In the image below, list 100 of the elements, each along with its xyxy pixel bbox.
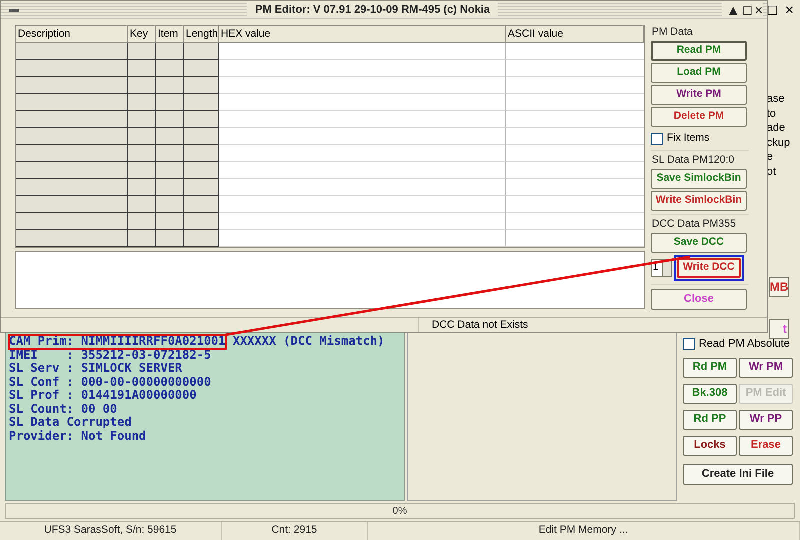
button[interactable]: Wr PM (739, 358, 793, 378)
table-cell[interactable] (128, 162, 156, 179)
maximize-button[interactable]: □ (743, 3, 752, 17)
table-cell[interactable] (219, 77, 506, 94)
button[interactable]: Write PM (651, 85, 747, 105)
table-cell[interactable] (128, 230, 156, 247)
table-cell[interactable] (219, 162, 506, 179)
column-header[interactable]: Length (184, 26, 219, 42)
table-cell[interactable] (16, 230, 128, 247)
table-cell[interactable] (156, 145, 184, 162)
create-ini-file-button[interactable]: Create Ini File (683, 464, 793, 484)
table-cell[interactable] (184, 162, 219, 179)
button[interactable]: Rd PP (683, 410, 737, 430)
table-cell[interactable] (184, 111, 219, 128)
checkbox[interactable] (651, 132, 663, 145)
table-cell[interactable] (156, 111, 184, 128)
table-cell[interactable] (156, 196, 184, 213)
table-cell[interactable] (219, 111, 506, 128)
table-cell[interactable] (16, 179, 128, 196)
table-cell[interactable] (128, 111, 156, 128)
column-header[interactable]: Key (128, 26, 156, 42)
button[interactable]: Erase (739, 436, 793, 456)
partial-button[interactable]: t (769, 319, 789, 339)
table-cell[interactable] (184, 196, 219, 213)
table-cell[interactable] (184, 179, 219, 196)
button[interactable]: Load PM (651, 63, 747, 83)
column-header[interactable]: HEX value (219, 26, 506, 42)
button[interactable]: Locks (683, 436, 737, 456)
table-cell[interactable] (184, 145, 219, 162)
close-button[interactable]: × (783, 2, 796, 18)
close-button[interactable]: × (754, 3, 763, 17)
table-cell[interactable] (16, 60, 128, 77)
log-line: CAM Prim: NIMMIIIIRRFF0A021001 (9, 335, 226, 348)
table-cell[interactable] (219, 145, 506, 162)
column-header[interactable]: Item (156, 26, 184, 42)
collapse-button[interactable]: ▲ (726, 3, 740, 17)
table-cell[interactable] (16, 213, 128, 230)
table-cell[interactable] (16, 77, 128, 94)
button[interactable]: Wr PP (739, 410, 793, 430)
table-cell[interactable] (156, 128, 184, 145)
button[interactable]: Write DCC (677, 258, 741, 278)
minimize-icon (9, 8, 19, 12)
status-text: DCC Data not Exists (432, 319, 528, 331)
table-cell[interactable] (156, 213, 184, 230)
log-line: XXXXXX (DCC Mismatch) (232, 335, 385, 348)
table-cell[interactable] (128, 77, 156, 94)
table-cell[interactable] (128, 213, 156, 230)
table-cell[interactable] (128, 145, 156, 162)
table-cell[interactable] (156, 179, 184, 196)
button[interactable]: Bk.308 (683, 384, 737, 404)
table-cell[interactable] (184, 43, 219, 60)
button[interactable]: Save DCC (651, 232, 747, 253)
checkbox-label: Fix Items (667, 131, 710, 146)
table-cell[interactable] (219, 94, 506, 111)
table-cell[interactable] (16, 43, 128, 60)
table-cell[interactable] (156, 77, 184, 94)
button[interactable]: Delete PM (651, 107, 747, 127)
table-cell[interactable] (16, 94, 128, 111)
table-cell[interactable] (128, 94, 156, 111)
table-cell[interactable] (156, 162, 184, 179)
button[interactable]: Rd PM (683, 358, 737, 378)
table-cell[interactable] (16, 162, 128, 179)
table-cell[interactable] (184, 94, 219, 111)
table-cell[interactable] (184, 128, 219, 145)
column-header[interactable]: Description (16, 26, 128, 42)
button[interactable]: Save SimlockBin (651, 168, 747, 189)
table-cell[interactable] (156, 230, 184, 247)
table-cell[interactable] (219, 128, 506, 145)
table-cell[interactable] (128, 128, 156, 145)
table-cell[interactable] (184, 77, 219, 94)
table-cell[interactable] (219, 43, 506, 60)
table-cell[interactable] (156, 60, 184, 77)
group-label: PM Data (651, 25, 694, 39)
table-cell[interactable] (128, 43, 156, 60)
partial-text: ckup (767, 136, 789, 150)
table-cell[interactable] (184, 60, 219, 77)
button[interactable]: Write SimlockBin (651, 190, 747, 211)
close-button[interactable]: Close (651, 288, 747, 310)
table-cell[interactable] (16, 145, 128, 162)
maximize-button[interactable]: □ (766, 2, 780, 18)
column-header[interactable]: ASCII value (506, 26, 644, 42)
table-cell[interactable] (184, 213, 219, 230)
checkbox[interactable] (683, 338, 695, 350)
table-cell[interactable] (16, 128, 128, 145)
group-label: DCC Data PM355 (651, 216, 738, 231)
table-cell[interactable] (219, 230, 506, 247)
log-line: SL Prof : 0144191A00000000 (9, 389, 197, 402)
table-cell[interactable] (16, 111, 128, 128)
table-cell[interactable] (156, 94, 184, 111)
table-cell[interactable] (184, 230, 219, 247)
button[interactable]: Read PM (651, 41, 747, 61)
table-cell[interactable] (219, 213, 506, 230)
table-cell[interactable] (128, 60, 156, 77)
table-cell[interactable] (219, 196, 506, 213)
table-cell[interactable] (128, 179, 156, 196)
table-cell[interactable] (128, 196, 156, 213)
table-cell[interactable] (219, 179, 506, 196)
table-cell[interactable] (156, 43, 184, 60)
table-cell[interactable] (16, 196, 128, 213)
table-cell[interactable] (219, 60, 506, 77)
